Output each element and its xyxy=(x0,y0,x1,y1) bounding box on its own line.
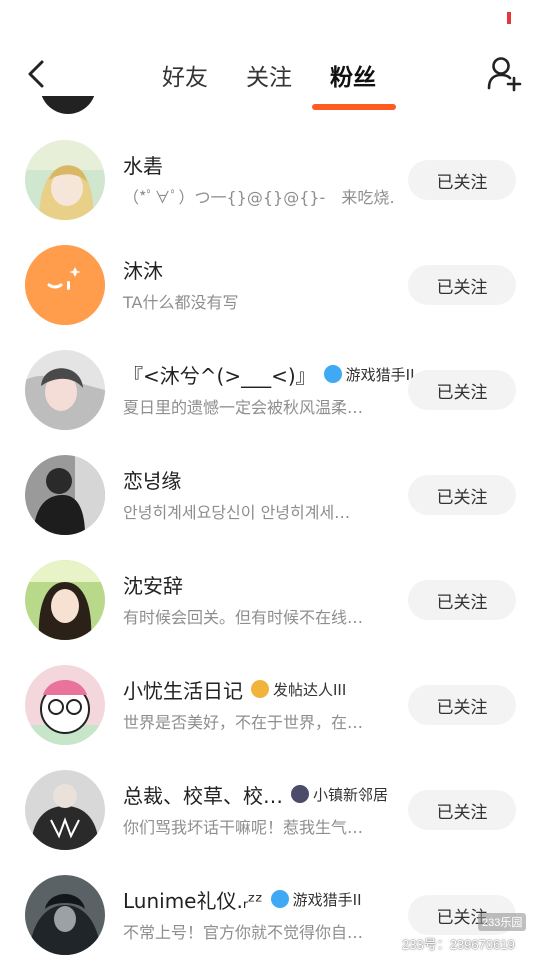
user-name: 沐沐 xyxy=(123,258,163,283)
game-hunter-badge-icon xyxy=(270,890,289,908)
user-badge: 发帖达人III xyxy=(251,679,346,700)
user-badge: 游戏猎手II xyxy=(323,364,415,385)
tab-fans[interactable]: 粉丝 xyxy=(330,58,376,92)
user-bio: 有时候会回关。但有时候不在线… xyxy=(123,608,364,627)
user-bio: （*ﾟ∀ﾟ）つ一{}@{}@{}- 来吃烧… xyxy=(123,188,395,207)
list-item[interactable]: 『<沐兮^(>___<)』 游戏猎手II 夏日里的遗憾一定会被秋风温柔… 已关注 xyxy=(0,338,540,443)
avatar[interactable] xyxy=(25,875,105,955)
user-name: 小忧生活日记 xyxy=(123,678,243,703)
following-button[interactable]: 已关注 xyxy=(408,790,516,830)
game-hunter-badge-icon xyxy=(323,365,342,383)
user-name: Lunime礼仪.ᵣᶻᶻ xyxy=(123,888,263,913)
avatar[interactable] xyxy=(25,560,105,640)
chevron-left-icon xyxy=(28,60,44,88)
list-item[interactable]: 恋녕缘 안녕히계세요당신이 안녕히계세… 已关注 xyxy=(0,443,540,548)
user-name: 总裁、校草、校… xyxy=(123,783,283,808)
add-friend-button[interactable] xyxy=(485,54,525,94)
user-name: 水砉 xyxy=(123,153,163,178)
avatar[interactable] xyxy=(40,96,96,114)
status-indicator xyxy=(507,12,511,24)
following-button[interactable]: 已关注 xyxy=(408,580,516,620)
post-master-badge-icon xyxy=(251,680,269,698)
following-button[interactable]: 已关注 xyxy=(408,160,516,200)
user-bio: 안녕히계세요당신이 안녕히계세… xyxy=(123,503,351,522)
watermark-logo: 233乐园 xyxy=(478,913,527,931)
list-item[interactable]: 沐沐 TA什么都没有写 已关注 xyxy=(0,233,540,338)
tab-friends[interactable]: 好友 xyxy=(162,58,208,92)
user-badge: 游戏猎手II xyxy=(270,889,362,910)
user-bio: 世界是否美好，不在于世界，在… xyxy=(123,713,364,732)
user-name: 恋녕缘 xyxy=(123,468,182,493)
avatar[interactable] xyxy=(25,350,105,430)
add-user-icon xyxy=(487,57,522,92)
following-button[interactable]: 已关注 xyxy=(408,685,516,725)
following-button[interactable]: 已关注 xyxy=(408,475,516,515)
following-button[interactable]: 已关注 xyxy=(408,265,516,305)
avatar[interactable] xyxy=(25,245,105,325)
back-button[interactable] xyxy=(18,56,54,92)
follower-list: 水砉 （*ﾟ∀ﾟ）つ一{}@{}@{}- 来吃烧… 已关注 沐沐 TA什么都没有… xyxy=(0,128,540,968)
user-name: 沈安辞 xyxy=(123,573,183,598)
user-badge: 小镇新邻居 xyxy=(291,784,388,805)
avatar[interactable] xyxy=(25,770,105,850)
list-item[interactable]: 沈安辞 有时候会回关。但有时候不在线… 已关注 xyxy=(0,548,540,653)
list-item[interactable]: 总裁、校草、校… 小镇新邻居 你们骂我坏话干嘛呢！惹我生气… 已关注 xyxy=(0,758,540,863)
user-bio: 你们骂我坏话干嘛呢！惹我生气… xyxy=(123,818,364,837)
tab-following[interactable]: 关注 xyxy=(246,58,292,92)
avatar[interactable] xyxy=(25,665,105,745)
user-name: 『<沐兮^(>___<)』 xyxy=(123,363,316,388)
user-bio: 夏日里的遗憾一定会被秋风温柔… xyxy=(123,398,364,417)
user-bio: 不常上号！官方你就不觉得你自… xyxy=(123,923,364,942)
active-tab-indicator xyxy=(312,104,396,110)
watermark-text: 233号：239670619 xyxy=(402,937,515,952)
user-bio: TA什么都没有写 xyxy=(123,293,239,312)
avatar[interactable] xyxy=(25,455,105,535)
new-neighbor-badge-icon xyxy=(291,785,309,803)
following-button[interactable]: 已关注 xyxy=(408,370,516,410)
list-item[interactable]: 小忧生活日记 发帖达人III 世界是否美好，不在于世界，在… 已关注 xyxy=(0,653,540,758)
list-item[interactable]: 水砉 （*ﾟ∀ﾟ）つ一{}@{}@{}- 来吃烧… 已关注 xyxy=(0,128,540,233)
avatar[interactable] xyxy=(25,140,105,220)
